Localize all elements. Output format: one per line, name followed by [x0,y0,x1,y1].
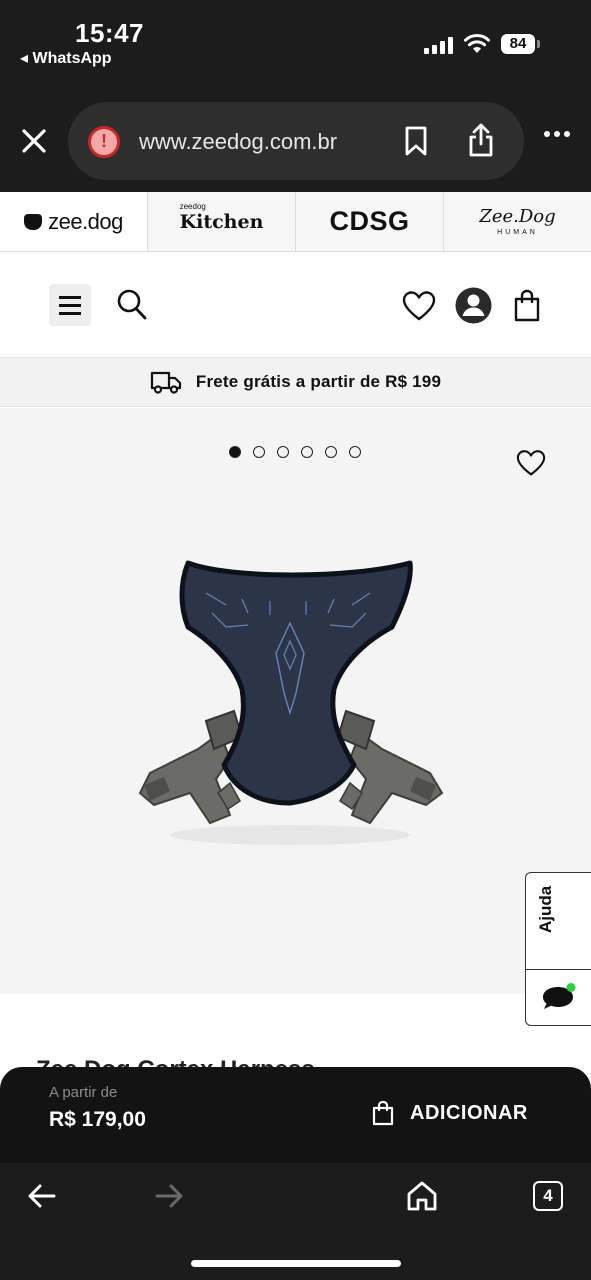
free-shipping-text: Frete grátis a partir de R$ 199 [195,372,442,391]
cdsg-logo: CDSG [329,206,410,236]
account-icon[interactable] [455,287,492,324]
browser-url-bar: ! www.zeedog.com.br [0,92,591,192]
tabs-count-button[interactable]: 4 [533,1181,563,1211]
product-gallery[interactable] [0,408,591,994]
wishlist-icon[interactable] [402,290,436,322]
search-icon[interactable] [116,288,148,322]
bookmark-icon[interactable] [402,125,430,157]
home-icon[interactable] [406,1180,438,1212]
zeedog-logo: zee.dog [24,209,123,235]
shopping-bag-icon[interactable] [513,289,541,322]
brand-tab-zeedog[interactable]: zee.dog [0,192,148,251]
cellular-signal-icon [424,36,453,54]
gallery-dot[interactable] [301,446,313,458]
brand-tabs: zee.dog zeedog Kitchen CDSG Zee.Dog HUMAN [0,192,591,252]
help-widget[interactable]: Ajuda [525,872,591,1026]
status-time: 15:47 [75,18,144,48]
gallery-dot[interactable] [277,446,289,458]
share-icon[interactable] [466,122,496,158]
close-icon[interactable] [18,125,50,157]
chat-bubble-icon[interactable] [540,983,576,1013]
shopping-bag-icon [372,1100,394,1126]
more-options-icon[interactable] [542,128,572,140]
price-label: A partir de [49,1084,118,1101]
price-value: R$ 179,00 [49,1108,146,1131]
brand-tab-cdsg[interactable]: CDSG [296,192,444,251]
human-logo: Zee.Dog HUMAN [479,205,556,236]
brand-tab-kitchen[interactable]: zeedog Kitchen [148,192,296,251]
buy-bar: A partir de R$ 179,00 ADICIONAR [0,1067,591,1163]
warning-icon[interactable]: ! [88,126,120,158]
paw-icon [24,213,43,230]
brand-tab-human[interactable]: Zee.Dog HUMAN [444,192,591,251]
kitchen-logo: zeedog Kitchen [179,201,264,233]
truck-icon [150,371,181,394]
gallery-dot[interactable] [229,446,241,458]
url-text[interactable]: www.zeedog.com.br [139,129,337,155]
help-divider [526,969,591,970]
add-to-wishlist-icon[interactable] [516,449,546,477]
back-arrow-icon[interactable] [28,1183,56,1209]
browser-toolbar: 4 [0,1163,591,1280]
help-label: Ajuda [536,885,555,933]
menu-button[interactable] [49,284,91,326]
wifi-icon [464,34,490,53]
free-shipping-banner: Frete grátis a partir de R$ 199 [0,357,591,407]
forward-arrow-icon [155,1184,183,1208]
gallery-pagination [229,446,361,458]
product-image-dog-harness [138,560,444,845]
site-header [0,253,591,357]
add-to-cart-button[interactable]: ADICIONAR [372,1095,528,1131]
address-field[interactable]: ! www.zeedog.com.br [68,102,524,180]
add-to-cart-label: ADICIONAR [410,1101,528,1124]
back-to-app-link[interactable]: ◂ WhatsApp [20,48,112,68]
battery-indicator: 84 [501,34,540,54]
gallery-dot[interactable] [253,446,265,458]
gallery-dot[interactable] [349,446,361,458]
home-indicator [191,1260,401,1267]
gallery-dot[interactable] [325,446,337,458]
status-bar: 15:47 ◂ WhatsApp 84 [0,0,591,92]
